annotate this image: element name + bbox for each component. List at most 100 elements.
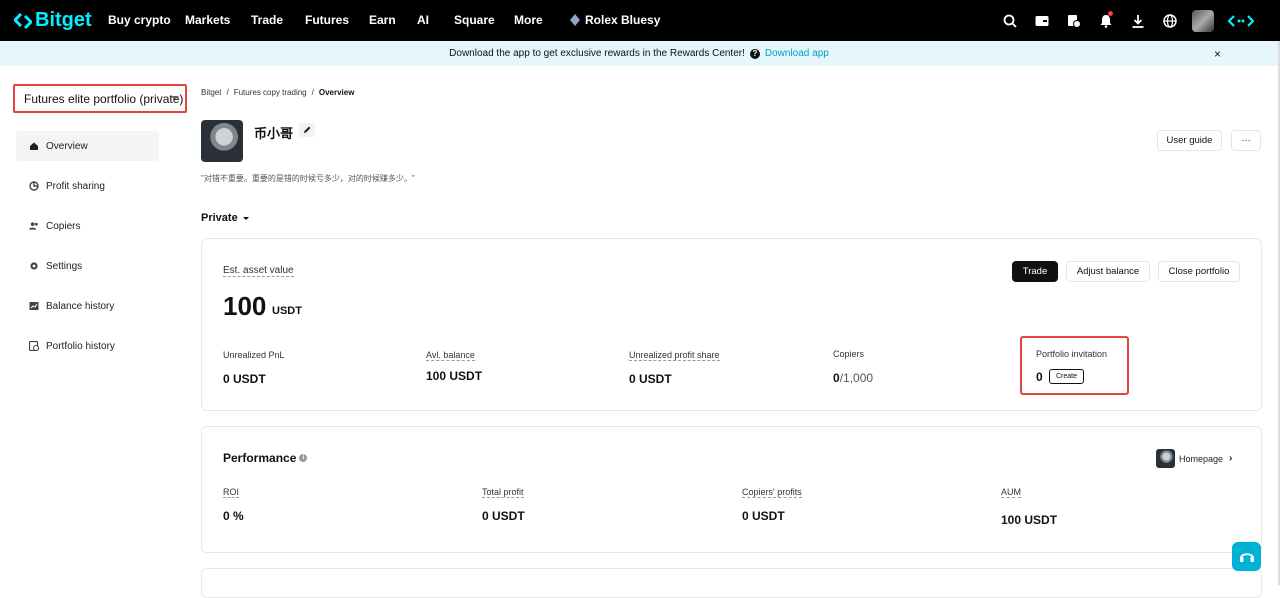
more-options-button[interactable]: ··· bbox=[1231, 130, 1261, 151]
profile-avatar bbox=[201, 120, 243, 162]
bitget-logo[interactable]: Bitget bbox=[14, 9, 92, 32]
profile-name: 币小哥 bbox=[254, 126, 294, 141]
nav-user-event[interactable]: Rolex Bluesy bbox=[570, 13, 660, 27]
unrealized-profit-share-label: Unrealized profit share bbox=[629, 350, 720, 361]
performance-card: Performance i Homepage › ROI 0 % Total p… bbox=[201, 426, 1262, 553]
clock-icon bbox=[29, 341, 39, 351]
users-icon bbox=[29, 221, 39, 231]
chevron-right-icon: › bbox=[1229, 453, 1233, 464]
roi-value: 0 % bbox=[223, 509, 244, 523]
download-icon[interactable] bbox=[1122, 11, 1154, 31]
unrealized-pnl-label: Unrealized PnL bbox=[223, 350, 285, 360]
est-asset-unit: USDT bbox=[272, 305, 302, 317]
home-icon bbox=[29, 141, 39, 151]
performance-title-text: Performance bbox=[223, 451, 297, 465]
copiers-count: 0 bbox=[833, 371, 840, 385]
pie-icon bbox=[29, 181, 39, 191]
roi-label: ROI bbox=[223, 487, 240, 498]
orders-icon[interactable] bbox=[1058, 11, 1090, 31]
nav-buy-crypto[interactable]: Buy crypto bbox=[108, 13, 171, 27]
sidebar-item-portfolio-history[interactable]: Portfolio history bbox=[16, 331, 159, 361]
breadcrumb-bitget[interactable]: Bitget bbox=[201, 88, 221, 97]
unrealized-profit-share-value: 0 USDT bbox=[629, 372, 672, 386]
user-guide-button[interactable]: User guide bbox=[1157, 130, 1222, 151]
nav-earn[interactable]: Earn bbox=[369, 13, 396, 27]
est-asset-value: 100 bbox=[223, 291, 267, 321]
aum-value: 100 USDT bbox=[1001, 513, 1058, 527]
nav-trade[interactable]: Trade bbox=[251, 13, 283, 27]
sidebar-item-label: Portfolio history bbox=[46, 340, 115, 352]
sidebar-item-balance-history[interactable]: Balance history bbox=[16, 291, 159, 321]
adjust-balance-button[interactable]: Adjust balance bbox=[1066, 261, 1150, 282]
portfolio-select-value: Futures elite portfolio (private) bbox=[24, 91, 184, 106]
headset-icon bbox=[1239, 552, 1254, 562]
portfolio-select[interactable]: Futures elite portfolio (private) bbox=[13, 84, 187, 113]
avatar bbox=[1156, 449, 1175, 468]
banner-text: Download the app to get exclusive reward… bbox=[449, 48, 745, 59]
wallet-icon[interactable] bbox=[1026, 11, 1058, 31]
search-icon[interactable] bbox=[994, 11, 1026, 31]
sidebar-item-label: Profit sharing bbox=[46, 180, 105, 192]
avatar[interactable] bbox=[1192, 10, 1214, 32]
globe-icon[interactable] bbox=[1154, 11, 1186, 31]
chart-icon bbox=[29, 301, 39, 311]
visibility-dropdown[interactable]: Private bbox=[201, 212, 249, 224]
total-profit-label: Total profit bbox=[482, 487, 524, 498]
nav-futures[interactable]: Futures bbox=[305, 13, 349, 27]
caret-down-icon bbox=[171, 96, 179, 100]
portfolio-invitation-label: Portfolio invitation bbox=[1036, 349, 1108, 359]
homepage-link[interactable]: Homepage › bbox=[1156, 449, 1232, 468]
support-chat-button[interactable] bbox=[1232, 542, 1261, 571]
profile-bio: "对错不重要。重要的是错的时候亏多少，对的时候赚多少。" bbox=[201, 174, 415, 183]
bitget-logo-icon bbox=[14, 12, 32, 29]
promo-banner: Download the app to get exclusive reward… bbox=[0, 41, 1278, 66]
breadcrumb: Bitget / Futures copy trading / Overview bbox=[201, 88, 355, 97]
diamond-icon bbox=[570, 14, 580, 26]
bell-icon[interactable] bbox=[1090, 11, 1122, 31]
est-asset-value-label: Est. asset value bbox=[223, 265, 294, 277]
top-navigation: Bitget Buy crypto Markets Trade Futures … bbox=[0, 0, 1280, 41]
nav-more[interactable]: More bbox=[514, 13, 543, 27]
nav-square[interactable]: Square bbox=[454, 13, 495, 27]
download-app-link[interactable]: Download app bbox=[765, 48, 829, 59]
performance-title: Performance i bbox=[223, 451, 308, 465]
bitget-brand-icon[interactable] bbox=[1220, 11, 1262, 31]
caret-down-icon bbox=[242, 216, 249, 220]
avl-balance-label: Avl. balance bbox=[426, 350, 475, 361]
nav-markets[interactable]: Markets bbox=[185, 13, 230, 27]
nav-user-label: Rolex Bluesy bbox=[585, 13, 661, 27]
breadcrumb-overview: Overview bbox=[318, 88, 355, 97]
help-icon[interactable]: ? bbox=[749, 48, 760, 59]
logo-text: Bitget bbox=[35, 9, 92, 31]
close-icon[interactable]: × bbox=[1214, 47, 1221, 61]
edit-icon[interactable] bbox=[299, 123, 315, 137]
breadcrumb-futures-copy-trading[interactable]: Futures copy trading bbox=[234, 88, 307, 97]
portfolio-invitation-value: 0 bbox=[1036, 370, 1043, 384]
unrealized-pnl-value: 0 USDT bbox=[223, 372, 266, 386]
nav-icons bbox=[994, 10, 1262, 32]
copiers-profits-label: Copiers' profits bbox=[742, 487, 802, 498]
copiers-profits-value: 0 USDT bbox=[742, 509, 785, 523]
nav-ai[interactable]: AI bbox=[417, 13, 429, 27]
trade-button[interactable]: Trade bbox=[1012, 261, 1058, 282]
total-profit-value: 0 USDT bbox=[482, 509, 525, 523]
sidebar-item-copiers[interactable]: Copiers bbox=[16, 211, 159, 241]
sidebar-item-label: Overview bbox=[46, 140, 88, 152]
info-icon[interactable]: i bbox=[299, 454, 308, 462]
copiers-value: 0/1,000 bbox=[833, 371, 873, 385]
aum-label: AUM bbox=[1001, 487, 1021, 498]
sidebar-item-overview[interactable]: Overview bbox=[16, 131, 159, 161]
close-portfolio-button[interactable]: Close portfolio bbox=[1158, 261, 1240, 282]
sidebar-item-profit-sharing[interactable]: Profit sharing bbox=[16, 171, 159, 201]
sidebar-item-label: Settings bbox=[46, 260, 83, 272]
copiers-max: /1,000 bbox=[839, 371, 874, 385]
asset-card: Est. asset value 100 USDT Trade Adjust b… bbox=[201, 238, 1262, 411]
gear-icon bbox=[29, 261, 39, 271]
avl-balance-value: 100 USDT bbox=[426, 369, 483, 383]
create-invitation-button[interactable]: Create bbox=[1049, 369, 1084, 384]
sidebar-item-label: Copiers bbox=[46, 220, 81, 232]
portfolio-invitation-highlight bbox=[1020, 336, 1129, 395]
visibility-label: Private bbox=[201, 212, 238, 224]
sidebar-item-settings[interactable]: Settings bbox=[16, 251, 159, 281]
next-card bbox=[201, 568, 1262, 598]
